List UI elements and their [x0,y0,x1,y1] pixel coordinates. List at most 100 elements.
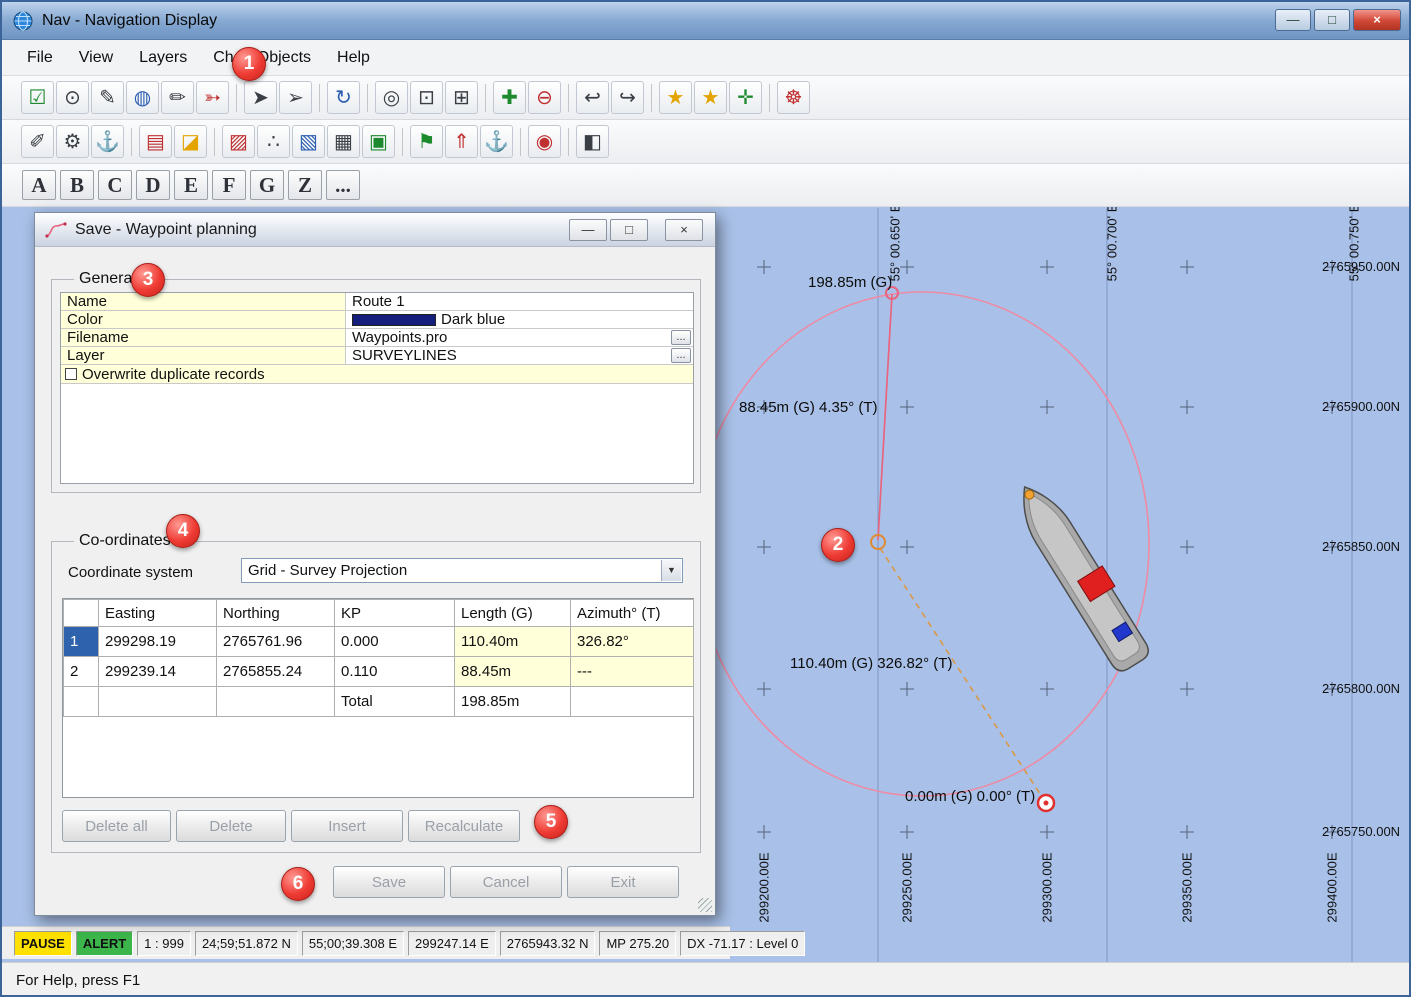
toolbar-separator [214,128,215,156]
letter-button-g[interactable]: G [250,170,284,200]
filename-browse-button[interactable]: ... [671,330,691,345]
pointer-select-icon[interactable]: ➢ [279,81,312,114]
vessel-anchor-icon[interactable]: ⚓ [91,125,124,158]
window-maximize-button[interactable]: □ [1314,9,1350,31]
checklist-icon[interactable]: ☑ [21,81,54,114]
row1-azimuth[interactable]: 326.82° [571,627,694,657]
row2-kp[interactable]: 0.110 [335,657,455,687]
chart-icon[interactable]: ◪ [174,125,207,158]
buoy-icon[interactable]: ◉ [528,125,561,158]
pause-indicator[interactable]: PAUSE [14,931,72,956]
layers-fan-icon[interactable]: ▤ [139,125,172,158]
row2-length[interactable]: 88.45m [455,657,571,687]
row2-number[interactable]: 2 [64,657,99,687]
row1-northing[interactable]: 2765761.96 [217,627,335,657]
recalculate-button[interactable]: Recalculate [408,810,520,842]
dialog-maximize-button[interactable]: □ [610,219,648,241]
delete-all-button[interactable]: Delete all [62,810,171,842]
dialog-resize-grip[interactable] [698,898,712,912]
dialog-close-button[interactable]: × [665,219,703,241]
waypoint-2-marker[interactable] [871,535,885,549]
row1-length[interactable]: 110.40m [455,627,571,657]
letter-button-e[interactable]: E [174,170,208,200]
row1-easting[interactable]: 299298.19 [99,627,217,657]
vessel-helm-icon[interactable]: ☸ [777,81,810,114]
color-field-value[interactable]: Dark blue [346,311,693,328]
callout-badge-5: 5 [534,805,568,839]
color-field-label: Color [61,311,346,328]
save-button[interactable]: Save [333,866,445,898]
callout-badge-6: 6 [281,867,315,901]
letter-button-d[interactable]: D [136,170,170,200]
edit-route-icon[interactable]: ✏ [161,81,194,114]
row2-easting[interactable]: 299239.14 [99,657,217,687]
table-row[interactable]: 2 299239.14 2765855.24 0.110 88.45m --- [64,657,694,687]
zoom-in-icon[interactable]: ✚ [493,81,526,114]
toolbar-main: ☑ ⊙ ✎ ◍ ✏ ➳ ➤ ➢ ↻ ◎ ⊡ ⊞ ✚ ⊖ ↩ ↪ ★ ★ ✛ ☸ [2,76,1409,120]
name-field-value[interactable]: Route 1 [346,293,693,310]
letter-button-b[interactable]: B [60,170,94,200]
image-icon[interactable]: ▣ [362,125,395,158]
delete-button[interactable]: Delete [176,810,286,842]
filename-field-value[interactable]: Waypoints.pro ... [346,329,693,346]
hatch-blue-icon[interactable]: ▧ [292,125,325,158]
refresh-icon[interactable]: ↻ [327,81,360,114]
waypoint-table-panel: Easting Northing KP Length (G) Azimuth° … [62,598,694,798]
overwrite-checkbox-row[interactable]: Overwrite duplicate records [61,365,693,384]
hatch-red-icon[interactable]: ▨ [222,125,255,158]
zoom-out-icon[interactable]: ⊖ [528,81,561,114]
eraser-icon[interactable]: ◧ [576,125,609,158]
dialog-minimize-button[interactable]: — [569,219,607,241]
letter-button-z[interactable]: Z [288,170,322,200]
table-row[interactable]: 1 299298.19 2765761.96 0.000 110.40m 326… [64,627,694,657]
chevron-down-icon[interactable]: ▼ [661,560,681,581]
row1-kp[interactable]: 0.000 [335,627,455,657]
insert-button[interactable]: Insert [291,810,403,842]
row1-number[interactable]: 1 [64,627,99,657]
window-titlebar[interactable]: Nav - Navigation Display — □ × [2,2,1409,40]
letter-button-f[interactable]: F [212,170,246,200]
letter-button-more[interactable]: ... [326,170,360,200]
draw-icon[interactable]: ✐ [21,125,54,158]
layer-field-value[interactable]: SURVEYLINES ... [346,347,693,364]
row2-northing[interactable]: 2765855.24 [217,657,335,687]
route-points-icon[interactable]: ➳ [196,81,229,114]
layer-browse-button[interactable]: ... [671,348,691,363]
menu-layers[interactable]: Layers [126,43,200,73]
track-dots-icon[interactable]: ∴ [257,125,290,158]
exit-button[interactable]: Exit [567,866,679,898]
zoom-window-icon[interactable]: ⊡ [410,81,443,114]
dialog-titlebar[interactable]: Save - Waypoint planning — □ × [35,213,715,247]
globe-icon[interactable]: ◍ [126,81,159,114]
letter-button-c[interactable]: C [98,170,132,200]
favorites-icon[interactable]: ★ [659,81,692,114]
vessel-settings-icon[interactable]: ⚙ [56,125,89,158]
window-minimize-button[interactable]: — [1275,9,1311,31]
favorite-add-icon[interactable]: ✛ [729,81,762,114]
favorites-gold-icon[interactable]: ★ [694,81,727,114]
letter-button-a[interactable]: A [22,170,56,200]
cancel-button[interactable]: Cancel [450,866,562,898]
zoom-next-icon[interactable]: ↪ [611,81,644,114]
coordinate-system-select[interactable]: Grid - Survey Projection ▼ [241,558,683,583]
menu-view[interactable]: View [66,43,126,73]
zoom-tool-icon[interactable]: ◎ [375,81,408,114]
anchor-icon[interactable]: ⚓ [480,125,513,158]
target-waypoint-marker[interactable] [1038,795,1054,811]
grid-icon[interactable]: ▦ [327,125,360,158]
menu-file[interactable]: File [14,43,66,73]
pan-icon[interactable]: ⊞ [445,81,478,114]
zoom-previous-icon[interactable]: ↩ [576,81,609,114]
north-arrow-icon[interactable]: ⇑ [445,125,478,158]
flag-icon[interactable]: ⚑ [410,125,443,158]
pens-icon[interactable]: ✎ [91,81,124,114]
alert-indicator[interactable]: ALERT [76,931,133,956]
row2-azimuth[interactable]: --- [571,657,694,687]
query-builder-icon[interactable]: ⊙ [56,81,89,114]
menu-help[interactable]: Help [324,43,383,73]
window-close-button[interactable]: × [1353,9,1401,31]
easting-label-2: 299250.00E [900,833,915,943]
overwrite-checkbox[interactable] [65,368,77,380]
pointer-icon[interactable]: ➤ [244,81,277,114]
vessel[interactable] [1008,474,1156,675]
